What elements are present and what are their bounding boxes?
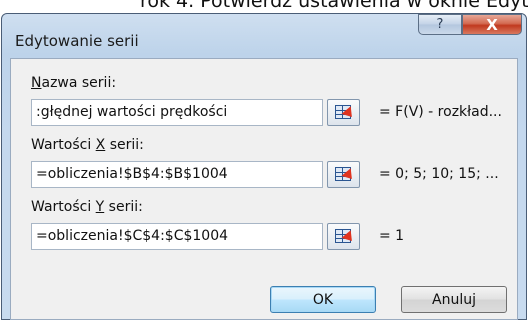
x-values-input[interactable]: =obliczenia!$B$4:$B$1004 — [31, 161, 323, 188]
x-values-preview: = 0; 5; 10; 15; ... — [379, 166, 499, 182]
help-button[interactable]: ? — [418, 14, 462, 35]
ok-button[interactable]: OK — [270, 286, 376, 313]
x-values-label: Wartości X serii: — [31, 137, 144, 153]
series-name-input[interactable]: :głędnej wartości prędkości — [31, 99, 323, 126]
series-name-preview: = F(V) - rozkład... — [379, 104, 502, 120]
close-button[interactable]: X — [462, 14, 522, 35]
y-values-range-button[interactable] — [327, 223, 360, 250]
close-icon: X — [486, 15, 498, 34]
edit-series-dialog: Edytowanie serii ? X Nazwa serii: :głędn… — [1, 13, 527, 320]
y-values-input[interactable]: =obliczenia!$C$4:$C$1004 — [31, 223, 323, 250]
x-values-range-button[interactable] — [327, 161, 360, 188]
series-name-label: Nazwa serii: — [31, 75, 117, 91]
dialog-title: Edytowanie serii — [15, 32, 139, 50]
dialog-content: Nazwa serii: :głędnej wartości prędkości… — [10, 58, 518, 320]
help-icon: ? — [436, 17, 444, 32]
y-values-preview: = 1 — [379, 228, 405, 244]
series-name-range-button[interactable] — [327, 99, 360, 126]
background-text: rok 4. Potwierdź ustawienia w oknie Edyt… — [140, 0, 528, 12]
cancel-button[interactable]: Anuluj — [401, 286, 507, 313]
y-values-label: Wartości Y serii: — [31, 199, 143, 215]
background-document-text: rok 4. Potwierdź ustawienia w oknie Edyt… — [0, 0, 528, 14]
